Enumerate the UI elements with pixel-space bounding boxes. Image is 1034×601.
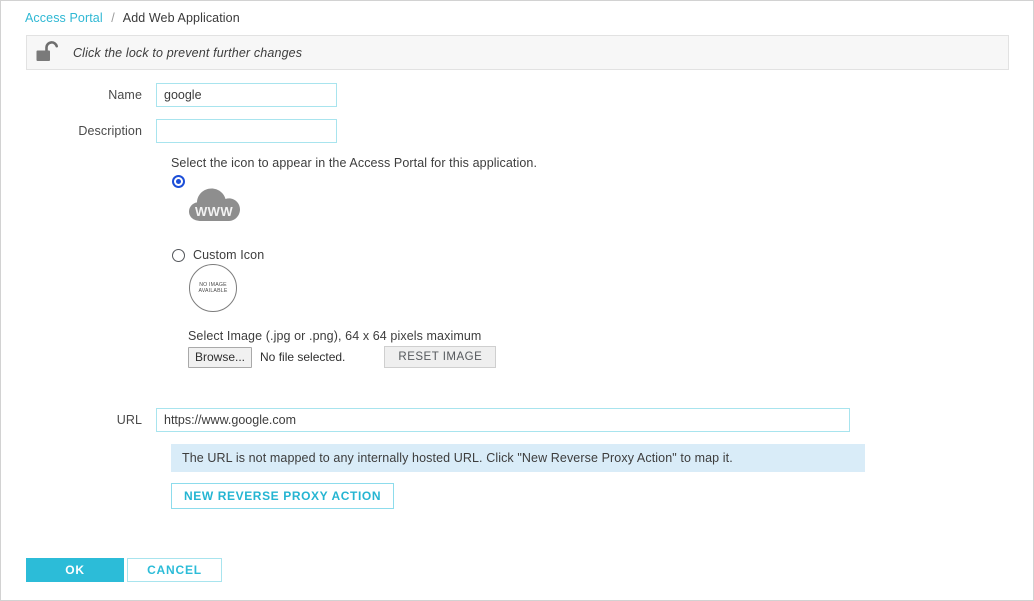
breadcrumb-link-access-portal[interactable]: Access Portal	[25, 11, 103, 25]
browse-button[interactable]: Browse...	[188, 347, 252, 368]
url-input[interactable]	[156, 408, 850, 432]
file-input-control[interactable]: Browse... No file selected.	[188, 346, 345, 368]
breadcrumb-separator: /	[111, 11, 115, 25]
form-row-description: Description	[1, 119, 337, 143]
form-row-url: URL	[1, 408, 850, 432]
url-label: URL	[1, 413, 156, 427]
cloud-www-icon[interactable]: WWW	[185, 181, 245, 226]
custom-icon-label: Custom Icon	[193, 248, 264, 262]
lock-banner-text: Click the lock to prevent further change…	[73, 46, 302, 60]
file-upload-row: Browse... No file selected. RESET IMAGE	[188, 346, 496, 368]
file-status-text: No file selected.	[260, 350, 345, 364]
breadcrumb-current-page: Add Web Application	[123, 11, 240, 25]
svg-text:WWW: WWW	[195, 204, 233, 219]
cancel-button[interactable]: CANCEL	[127, 558, 222, 582]
open-padlock-icon[interactable]	[34, 40, 64, 66]
reset-image-button[interactable]: RESET IMAGE	[384, 346, 496, 368]
breadcrumb: Access Portal / Add Web Application	[25, 11, 240, 25]
custom-icon-option[interactable]: Custom Icon	[172, 248, 264, 262]
description-label: Description	[1, 124, 156, 138]
form-row-name: Name	[1, 83, 337, 107]
radio-default-icon[interactable]	[172, 175, 185, 188]
name-label: Name	[1, 88, 156, 102]
radio-custom-icon[interactable]	[172, 249, 185, 262]
custom-icon-preview: NO IMAGE AVAILABLE	[189, 264, 237, 312]
footer-actions: OK CANCEL	[26, 558, 222, 582]
ok-button[interactable]: OK	[26, 558, 124, 582]
url-info-banner: The URL is not mapped to any internally …	[171, 444, 865, 472]
name-input[interactable]	[156, 83, 337, 107]
new-reverse-proxy-action-button[interactable]: NEW REVERSE PROXY ACTION	[171, 483, 394, 509]
custom-icon-preview-line2: AVAILABLE	[199, 288, 228, 295]
select-image-note: Select Image (.jpg or .png), 64 x 64 pix…	[188, 329, 481, 343]
add-web-application-page: Access Portal / Add Web Application Clic…	[0, 0, 1034, 601]
icon-chooser-intro: Select the icon to appear in the Access …	[171, 156, 537, 170]
url-info-message: The URL is not mapped to any internally …	[182, 451, 733, 465]
lock-banner: Click the lock to prevent further change…	[26, 35, 1009, 70]
description-input[interactable]	[156, 119, 337, 143]
